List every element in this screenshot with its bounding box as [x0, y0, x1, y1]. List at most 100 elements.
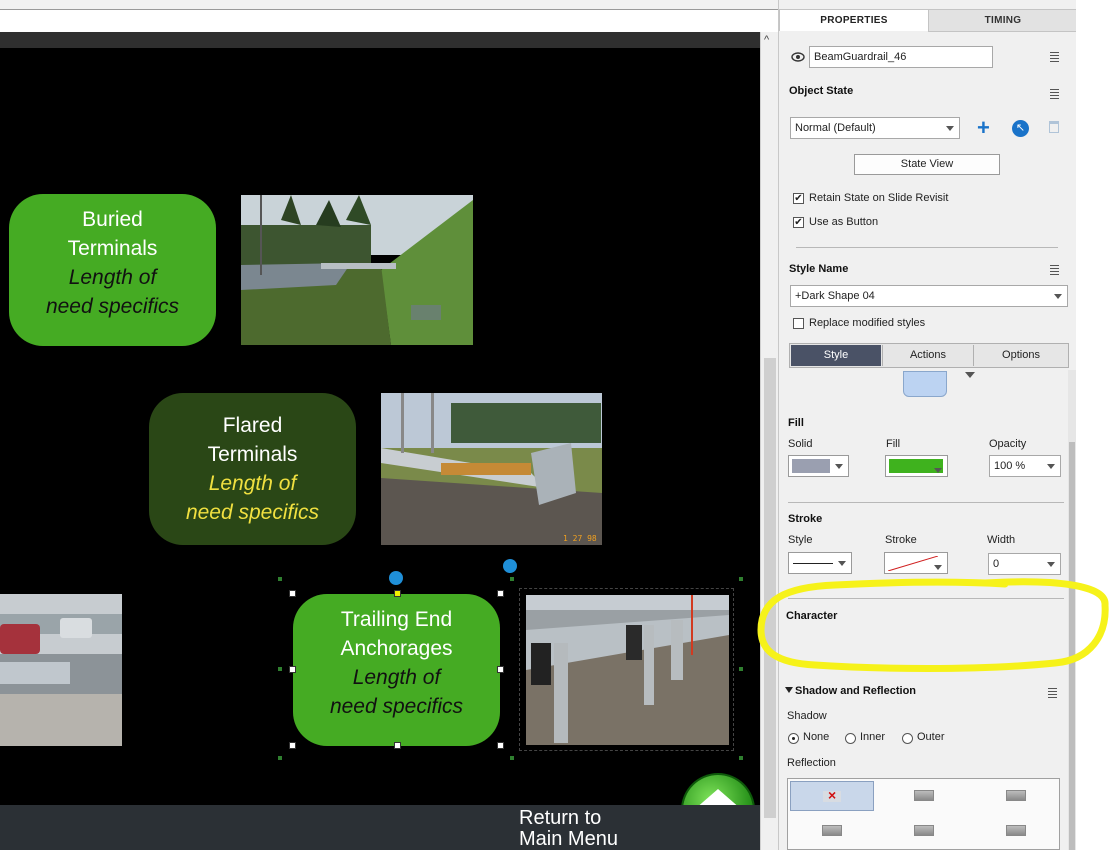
resize-handle[interactable] — [394, 742, 401, 749]
selection-handle[interactable] — [510, 577, 514, 581]
add-state-icon[interactable]: + — [977, 117, 990, 139]
panel-menu-icon[interactable] — [1045, 52, 1059, 62]
subtab-style[interactable]: Style — [791, 345, 881, 366]
object-state-value: Normal (Default) — [795, 122, 876, 134]
return-to-main-menu-link[interactable]: Return to Main Menu — [519, 808, 618, 850]
reflection-preset-tile[interactable] — [974, 781, 1058, 811]
stroke-color-label: Stroke — [885, 534, 917, 546]
shape-preview[interactable] — [903, 371, 947, 397]
retain-state-checkbox[interactable]: ✔ — [793, 193, 804, 204]
chevron-down-icon — [1054, 294, 1062, 299]
eye-icon[interactable] — [791, 51, 805, 63]
resize-handle[interactable] — [289, 590, 296, 597]
chevron-down-icon — [1047, 464, 1055, 469]
object-state-header: Object State — [789, 85, 854, 97]
reflection-preset-tile[interactable] — [974, 819, 1058, 849]
opacity-value: 100 % — [994, 460, 1026, 472]
panel-scrollbar-thumb[interactable] — [1069, 442, 1075, 850]
right-gutter — [1076, 0, 1109, 850]
stroke-width-value: 0 — [993, 558, 1000, 570]
stroke-color-select[interactable] — [884, 552, 948, 574]
button-subtitle-line1: Length of — [68, 266, 157, 289]
stroke-width-label: Width — [987, 534, 1016, 546]
collapse-triangle-icon[interactable] — [785, 687, 793, 693]
slide-stage[interactable]: Buried Terminals Length of need specific… — [0, 48, 760, 805]
subtab-options[interactable]: Options — [973, 345, 1068, 366]
divider — [788, 598, 1064, 599]
resize-handle[interactable] — [497, 742, 504, 749]
rotate-handle-icon[interactable] — [389, 571, 403, 585]
reflection-preset-tile[interactable] — [882, 819, 966, 849]
reflection-preset-tile[interactable] — [882, 781, 966, 811]
stroke-solid-line — [793, 563, 833, 564]
button-title-line2: Anchorages — [340, 637, 453, 660]
flared-terminal-photo[interactable]: 1 27 98 — [381, 393, 602, 545]
shadow-reflection-header[interactable]: Shadow and Reflection — [795, 685, 916, 697]
solid-label: Solid — [788, 438, 813, 450]
shadow-outer-label: Outer — [917, 731, 945, 743]
resize-handle[interactable] — [394, 590, 401, 597]
solid-color-swatch — [792, 459, 830, 473]
object-state-menu-icon[interactable] — [1045, 89, 1059, 99]
chevron-down-icon — [838, 561, 846, 566]
shadow-outer-radio[interactable] — [902, 733, 913, 744]
trailing-end-anchorages-button[interactable]: Trailing End Anchorages Length of need s… — [293, 594, 500, 746]
pointer-state-icon[interactable]: ↖ — [1012, 120, 1029, 137]
selection-handle[interactable] — [278, 756, 282, 760]
chevron-down-icon — [934, 565, 942, 570]
stroke-width-input[interactable]: 0 — [988, 553, 1061, 575]
selection-handle[interactable] — [739, 577, 743, 581]
opacity-input[interactable]: 100 % — [989, 455, 1061, 477]
stage-vertical-scrollbar[interactable]: ^ — [760, 32, 779, 850]
flared-terminals-button[interactable]: Flared Terminals Length of need specific… — [149, 393, 356, 545]
fill-color-select[interactable] — [885, 455, 948, 477]
reflection-preset-tile[interactable] — [790, 819, 874, 849]
selection-handle[interactable] — [739, 667, 743, 671]
delete-state-icon[interactable] — [1049, 121, 1059, 133]
shape-preview-chevron-icon[interactable] — [965, 372, 975, 378]
style-name-select[interactable]: +Dark Shape 04 — [790, 285, 1068, 307]
highway-guardrail-photo[interactable] — [0, 594, 122, 746]
character-header[interactable]: Character — [786, 610, 837, 622]
resize-handle[interactable] — [497, 590, 504, 597]
tab-timing[interactable]: TIMING — [928, 9, 1078, 32]
shadow-label: Shadow — [787, 710, 827, 722]
buried-terminal-photo[interactable] — [241, 195, 473, 345]
use-as-button-checkbox[interactable]: ✔ — [793, 217, 804, 228]
resize-handle[interactable] — [497, 666, 504, 673]
selection-handle[interactable] — [739, 756, 743, 760]
home-button[interactable] — [683, 775, 753, 805]
scroll-up-icon[interactable]: ^ — [764, 34, 769, 46]
chevron-down-icon — [946, 126, 954, 131]
reflection-none-tile[interactable]: × — [790, 781, 874, 811]
object-state-select[interactable]: Normal (Default) — [790, 117, 960, 139]
button-subtitle-line2: need specifics — [45, 295, 180, 318]
fill-header: Fill — [788, 417, 804, 429]
divider — [788, 502, 1064, 503]
panel-scrollbar[interactable] — [1068, 370, 1076, 850]
state-view-button[interactable]: State View — [854, 154, 1000, 175]
shadow-menu-icon[interactable] — [1043, 688, 1057, 698]
selection-handle[interactable] — [278, 667, 282, 671]
subtab-actions[interactable]: Actions — [882, 345, 973, 366]
solid-type-select[interactable] — [788, 455, 849, 477]
resize-handle[interactable] — [289, 666, 296, 673]
resize-handle[interactable] — [289, 742, 296, 749]
button-title-line1: Trailing End — [340, 608, 453, 631]
style-name-menu-icon[interactable] — [1045, 265, 1059, 275]
trailing-end-photo[interactable] — [519, 588, 734, 751]
return-label-line1: Return to — [519, 807, 602, 829]
buried-terminals-button[interactable]: Buried Terminals Length of need specific… — [9, 194, 216, 346]
divider — [796, 247, 1058, 248]
selection-handle[interactable] — [510, 756, 514, 760]
highway-guardrail-image — [0, 594, 122, 746]
scrollbar-thumb[interactable] — [764, 358, 776, 818]
tab-properties[interactable]: PROPERTIES — [779, 9, 929, 31]
shadow-inner-radio[interactable] — [845, 733, 856, 744]
object-name-input[interactable]: BeamGuardrail_46 — [809, 46, 993, 68]
selection-handle[interactable] — [278, 577, 282, 581]
stroke-style-select[interactable] — [788, 552, 852, 574]
rotate-handle-icon[interactable] — [503, 559, 517, 573]
replace-modified-checkbox[interactable] — [793, 318, 804, 329]
shadow-none-radio[interactable] — [788, 733, 799, 744]
